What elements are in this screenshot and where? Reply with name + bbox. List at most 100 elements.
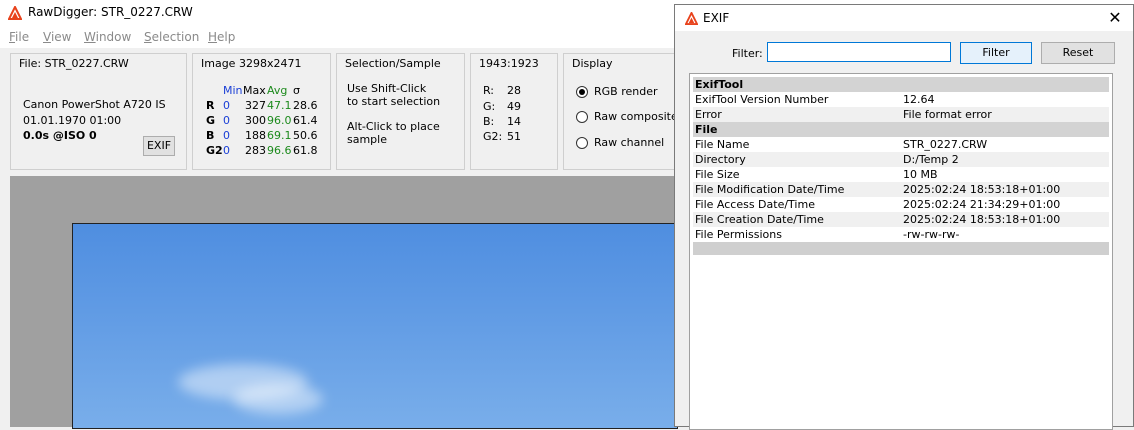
exif-row[interactable]: Directory D:/Temp 2 xyxy=(693,152,1109,167)
channel-label: B xyxy=(206,129,215,142)
selection-hint: Use Shift-Click xyxy=(347,82,427,95)
selection-panel: Selection/Sample Use Shift-Click to star… xyxy=(336,53,465,170)
exif-section-title: File xyxy=(695,123,718,136)
avg-value: 69.1 xyxy=(267,129,292,142)
exif-row[interactable]: File Creation Date/Time 2025:02:24 18:53:… xyxy=(693,212,1109,227)
channel-label: G2 xyxy=(206,144,223,157)
menu-file[interactable]: File xyxy=(9,30,29,44)
channel-value: 51 xyxy=(507,130,521,143)
rawdigger-logo-icon xyxy=(8,6,22,20)
exif-tag-value: 2025:02:24 18:53:18+01:00 xyxy=(903,213,1061,226)
menu-window[interactable]: Window xyxy=(84,30,131,44)
channel-label: R xyxy=(206,99,215,112)
exif-tag-name: File Access Date/Time xyxy=(695,198,815,211)
max-value: 188 xyxy=(245,129,266,142)
exif-tag-value: STR_0227.CRW xyxy=(903,138,988,151)
sample-hint: sample xyxy=(347,133,387,146)
exif-tag-name: ExifTool Version Number xyxy=(695,93,829,106)
exif-dialog: EXIF ✕ Filter: Filter Reset ExifTool Exif… xyxy=(674,4,1134,430)
exif-section-header[interactable]: ExifTool xyxy=(693,77,1109,92)
reset-button[interactable]: Reset xyxy=(1041,42,1115,64)
min-value: 0 xyxy=(223,114,230,127)
raw-channel-label[interactable]: Raw channel xyxy=(594,136,664,149)
avg-value: 47.1 xyxy=(267,99,292,112)
raw-channel-radio[interactable] xyxy=(576,137,588,149)
file-panel: File: STR_0227.CRW Canon PowerShot A720 … xyxy=(10,53,187,170)
sigma-value: 28.6 xyxy=(293,99,318,112)
selection-panel-title: Selection/Sample xyxy=(345,57,441,70)
menu-view[interactable]: View xyxy=(43,30,71,44)
exif-tag-name: File Permissions xyxy=(695,228,782,241)
exif-tag-name: File Size xyxy=(695,168,740,181)
menu-help[interactable]: Help xyxy=(208,30,235,44)
channel-label: R: xyxy=(483,84,495,97)
exif-tag-value: D:/Temp 2 xyxy=(903,153,959,166)
sample-hint: Alt-Click to place xyxy=(347,120,440,133)
display-panel: Display RGB render Raw composite Raw cha… xyxy=(563,53,685,170)
filter-button[interactable]: Filter xyxy=(960,42,1032,64)
exif-tag-value: 2025:02:24 18:53:18+01:00 xyxy=(903,183,1061,196)
raw-composite-label[interactable]: Raw composite xyxy=(594,110,678,123)
sigma-value: 61.8 xyxy=(293,144,318,157)
exif-row[interactable]: File Permissions -rw-rw-rw- xyxy=(693,227,1109,242)
filter-input[interactable] xyxy=(767,42,951,62)
min-value: 0 xyxy=(223,99,230,112)
min-header: Min xyxy=(223,84,243,97)
file-panel-title: File: STR_0227.CRW xyxy=(19,57,129,70)
channel-value: 28 xyxy=(507,84,521,97)
channel-value: 14 xyxy=(507,115,521,128)
exif-tag-value: 2025:02:24 21:34:29+01:00 xyxy=(903,198,1061,211)
exif-tag-name: File Name xyxy=(695,138,750,151)
exif-list-end-bar xyxy=(693,242,1109,255)
max-value: 283 xyxy=(245,144,266,157)
rgb-render-radio[interactable] xyxy=(576,86,588,98)
image-size-title: Image 3298x2471 xyxy=(201,57,302,70)
raw-composite-radio[interactable] xyxy=(576,111,588,123)
rgb-render-label[interactable]: RGB render xyxy=(594,85,658,98)
channel-label: G xyxy=(206,114,216,127)
exif-title-bar: EXIF ✕ xyxy=(675,5,1133,31)
raw-image-preview[interactable] xyxy=(72,223,678,429)
cloud-shape xyxy=(233,384,323,414)
exif-tag-value: 12.64 xyxy=(903,93,935,106)
exif-button[interactable]: EXIF xyxy=(143,136,175,156)
exif-row[interactable]: ExifTool Version Number 12.64 xyxy=(693,92,1109,107)
max-value: 327 xyxy=(245,99,266,112)
exif-row[interactable]: File Modification Date/Time 2025:02:24 18… xyxy=(693,182,1109,197)
pixel-values-panel: 1943:1923 R: 28 G: 49 B: 14 G2: 51 xyxy=(470,53,558,170)
avg-value: 96.6 xyxy=(267,144,292,157)
close-icon[interactable]: ✕ xyxy=(1105,8,1125,28)
channel-value: 49 xyxy=(507,100,521,113)
exif-section-header[interactable]: File xyxy=(693,122,1109,137)
window-title: RawDigger: STR_0227.CRW xyxy=(28,5,193,19)
avg-header: Avg xyxy=(267,84,288,97)
exif-tag-value: 10 MB xyxy=(903,168,938,181)
selection-hint: to start selection xyxy=(347,95,441,108)
exif-row[interactable]: Error File format error xyxy=(693,107,1109,122)
exif-tag-value: File format error xyxy=(903,108,992,121)
max-value: 300 xyxy=(245,114,266,127)
min-value: 0 xyxy=(223,129,230,142)
exif-row[interactable]: File Size 10 MB xyxy=(693,167,1109,182)
exposure-info: 0.0s @ISO 0 xyxy=(23,129,97,142)
exif-row[interactable]: File Access Date/Time 2025:02:24 21:34:29… xyxy=(693,197,1109,212)
cursor-coordinates: 1943:1923 xyxy=(479,57,539,70)
menu-selection[interactable]: Selection xyxy=(144,30,199,44)
exif-tag-name: Directory xyxy=(695,153,746,166)
sigma-header: σ xyxy=(293,84,300,97)
camera-model: Canon PowerShot A720 IS xyxy=(23,98,166,111)
exif-rows: ExifTool ExifTool Version Number 12.64 Erro… xyxy=(693,77,1109,255)
display-panel-title: Display xyxy=(572,57,613,70)
sigma-value: 50.6 xyxy=(293,129,318,142)
image-stats-panel: Image 3298x2471 Min Max Avg σ R 0 327 47… xyxy=(192,53,331,170)
exif-tag-value: -rw-rw-rw- xyxy=(903,228,960,241)
exif-tag-name: File Creation Date/Time xyxy=(695,213,824,226)
exif-row[interactable]: File Name STR_0227.CRW xyxy=(693,137,1109,152)
capture-date: 01.01.1970 01:00 xyxy=(23,114,122,127)
min-value: 0 xyxy=(223,144,230,157)
channel-label: B: xyxy=(483,115,495,128)
max-header: Max xyxy=(243,84,266,97)
exif-tag-list[interactable]: ExifTool ExifTool Version Number 12.64 Erro… xyxy=(689,73,1113,430)
filter-label: Filter: xyxy=(732,47,763,60)
channel-label: G: xyxy=(483,100,496,113)
